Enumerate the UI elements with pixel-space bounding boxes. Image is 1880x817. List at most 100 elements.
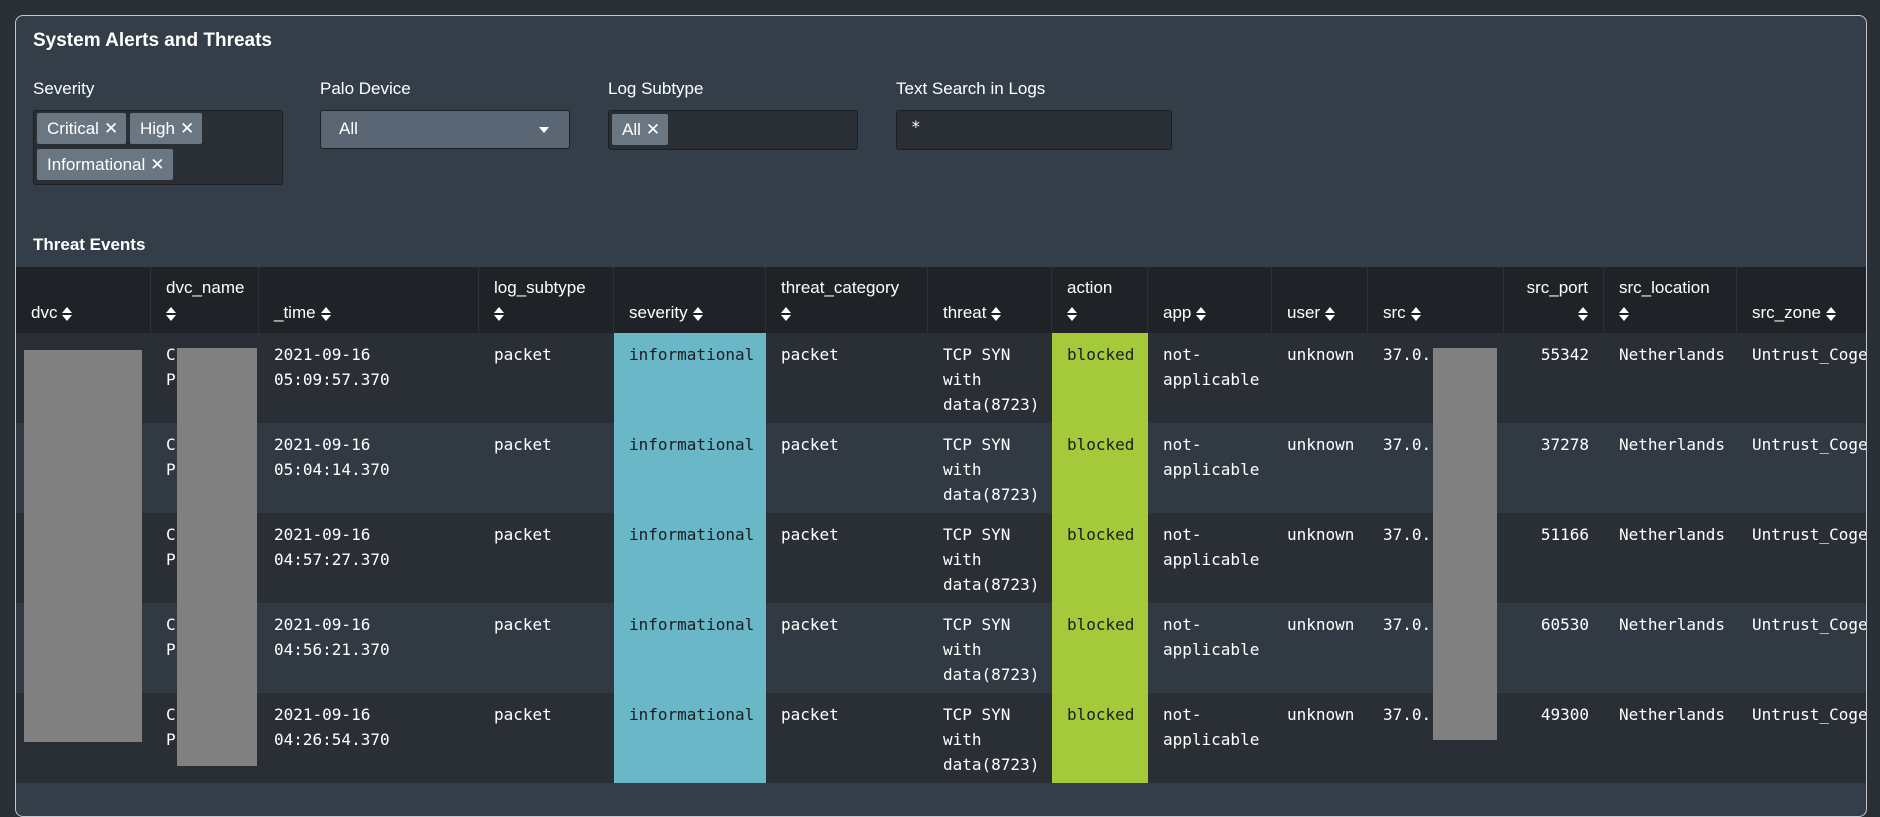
table-row[interactable]: C P 2021-09-16 04:56:21.370 packet informat…: [16, 603, 1866, 693]
col-header-threat-category[interactable]: threat_category: [766, 267, 928, 333]
cell-action[interactable]: blocked: [1052, 333, 1148, 423]
close-icon[interactable]: ✕: [150, 155, 164, 174]
cell-threat[interactable]: TCP SYN with data(8723): [928, 513, 1052, 603]
cell-action[interactable]: blocked: [1052, 513, 1148, 603]
table-row[interactable]: C P 2021-09-16 05:09:57.370 packet informat…: [16, 333, 1866, 423]
cell-threat[interactable]: TCP SYN with data(8723): [928, 693, 1052, 783]
header-label: app: [1163, 303, 1192, 322]
panel-title: System Alerts and Threats: [33, 30, 272, 51]
cell-app[interactable]: not- applicable: [1148, 603, 1272, 693]
col-header-src[interactable]: src: [1368, 267, 1504, 333]
col-header-action[interactable]: action: [1052, 267, 1148, 333]
sort-icon: [692, 306, 703, 321]
cell-threat-category[interactable]: packet: [766, 333, 928, 423]
col-header-app[interactable]: app: [1148, 267, 1272, 333]
header-label: severity: [629, 303, 688, 322]
severity-chip-high[interactable]: High ✕: [130, 113, 203, 144]
cell-src-location[interactable]: Netherlands: [1604, 693, 1737, 783]
cell-action[interactable]: blocked: [1052, 423, 1148, 513]
cell-app[interactable]: not- applicable: [1148, 333, 1272, 423]
cell-src-zone[interactable]: Untrust_Coge: [1737, 513, 1866, 603]
cell-src-zone[interactable]: Untrust_Coge: [1737, 333, 1866, 423]
palo-device-dropdown[interactable]: All: [320, 110, 570, 149]
cell-threat-category[interactable]: packet: [766, 423, 928, 513]
cell-src-zone[interactable]: Untrust_Coge: [1737, 693, 1866, 783]
col-header-dvc-name[interactable]: dvc_name: [151, 267, 259, 333]
cell-src-port[interactable]: 49300: [1504, 693, 1604, 783]
cell-action[interactable]: blocked: [1052, 693, 1148, 783]
cell-user[interactable]: unknown: [1272, 603, 1368, 693]
cell-src-port[interactable]: 60530: [1504, 603, 1604, 693]
table-row[interactable]: C P 2021-09-16 05:04:14.370 packet informat…: [16, 423, 1866, 513]
cell-app[interactable]: not- applicable: [1148, 423, 1272, 513]
close-icon[interactable]: ✕: [104, 119, 118, 138]
text-search-input[interactable]: *: [896, 110, 1172, 150]
redaction-block: [1433, 348, 1497, 740]
col-header-src-location[interactable]: src_location: [1604, 267, 1737, 333]
severity-multiselect[interactable]: Critical ✕ High ✕ Informational ✕: [33, 110, 283, 185]
close-icon[interactable]: ✕: [180, 119, 194, 138]
col-header-dvc[interactable]: dvc: [16, 267, 151, 333]
cell-src-location[interactable]: Netherlands: [1604, 603, 1737, 693]
table-row[interactable]: C P 2021-09-16 04:26:54.370 packet informat…: [16, 693, 1866, 783]
cell-src-location[interactable]: Netherlands: [1604, 423, 1737, 513]
cell-user[interactable]: unknown: [1272, 693, 1368, 783]
table-header: dvc dvc_name _time log_subtype severity …: [16, 267, 1866, 333]
col-header-src-zone[interactable]: src_zone: [1737, 267, 1866, 333]
palo-device-label: Palo Device: [320, 79, 411, 98]
cell-threat[interactable]: TCP SYN with data(8723): [928, 603, 1052, 693]
severity-chip-informational[interactable]: Informational ✕: [37, 149, 173, 180]
cell-severity[interactable]: informational: [614, 423, 766, 513]
cell-threat-category[interactable]: packet: [766, 513, 928, 603]
header-label: threat: [943, 303, 987, 322]
table-row[interactable]: C P 2021-09-16 04:57:27.370 packet informat…: [16, 513, 1866, 603]
cell-threat[interactable]: TCP SYN with data(8723): [928, 423, 1052, 513]
cell-action[interactable]: blocked: [1052, 603, 1148, 693]
sort-icon: [1067, 306, 1077, 321]
cell-src-zone[interactable]: Untrust_Coge: [1737, 423, 1866, 513]
col-header-threat[interactable]: threat: [928, 267, 1052, 333]
severity-chip-critical[interactable]: Critical ✕: [37, 113, 127, 144]
redaction-block: [177, 348, 257, 766]
cell-log-subtype[interactable]: packet: [479, 423, 614, 513]
col-header-src-port[interactable]: src_port: [1504, 267, 1604, 333]
cell-src-location[interactable]: Netherlands: [1604, 333, 1737, 423]
cell-user[interactable]: unknown: [1272, 513, 1368, 603]
header-label: src_zone: [1752, 303, 1821, 322]
header-label: threat_category: [781, 278, 900, 297]
cell-threat[interactable]: TCP SYN with data(8723): [928, 333, 1052, 423]
cell-src-port[interactable]: 55342: [1504, 333, 1604, 423]
cell-user[interactable]: unknown: [1272, 423, 1368, 513]
cell-log-subtype[interactable]: packet: [479, 333, 614, 423]
log-subtype-multiselect[interactable]: All ✕: [608, 110, 858, 150]
cell-log-subtype[interactable]: packet: [479, 693, 614, 783]
cell-log-subtype[interactable]: packet: [479, 603, 614, 693]
cell-time[interactable]: 2021-09-16 05:04:14.370: [259, 423, 479, 513]
cell-time[interactable]: 2021-09-16 05:09:57.370: [259, 333, 479, 423]
cell-time[interactable]: 2021-09-16 04:57:27.370: [259, 513, 479, 603]
cell-severity[interactable]: informational: [614, 693, 766, 783]
col-header-log-subtype[interactable]: log_subtype: [479, 267, 614, 333]
header-label: user: [1287, 303, 1321, 322]
cell-src-port[interactable]: 51166: [1504, 513, 1604, 603]
cell-severity[interactable]: informational: [614, 603, 766, 693]
cell-threat-category[interactable]: packet: [766, 603, 928, 693]
sort-icon: [494, 306, 504, 321]
cell-severity[interactable]: informational: [614, 513, 766, 603]
cell-src-location[interactable]: Netherlands: [1604, 513, 1737, 603]
cell-app[interactable]: not- applicable: [1148, 513, 1272, 603]
col-header-severity[interactable]: severity: [614, 267, 766, 333]
cell-src-zone[interactable]: Untrust_Coge: [1737, 603, 1866, 693]
cell-user[interactable]: unknown: [1272, 333, 1368, 423]
cell-src-port[interactable]: 37278: [1504, 423, 1604, 513]
col-header-user[interactable]: user: [1272, 267, 1368, 333]
cell-app[interactable]: not- applicable: [1148, 693, 1272, 783]
cell-time[interactable]: 2021-09-16 04:56:21.370: [259, 603, 479, 693]
cell-threat-category[interactable]: packet: [766, 693, 928, 783]
cell-time[interactable]: 2021-09-16 04:26:54.370: [259, 693, 479, 783]
col-header-time[interactable]: _time: [259, 267, 479, 333]
close-icon[interactable]: ✕: [646, 120, 660, 139]
log-subtype-chip-all[interactable]: All ✕: [612, 114, 669, 145]
cell-log-subtype[interactable]: packet: [479, 513, 614, 603]
cell-severity[interactable]: informational: [614, 333, 766, 423]
